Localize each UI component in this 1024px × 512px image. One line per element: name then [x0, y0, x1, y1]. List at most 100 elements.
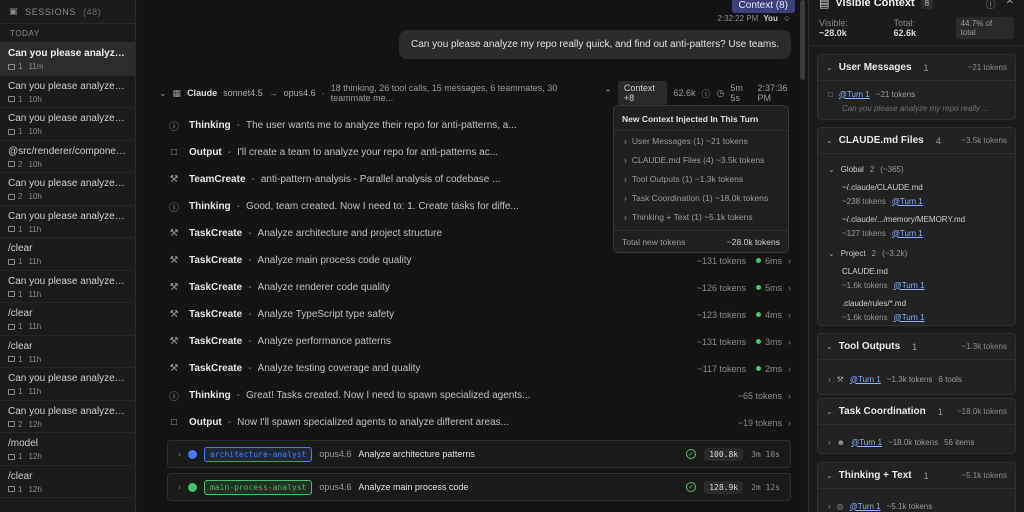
- step-tokens: ~65 tokens: [737, 390, 782, 401]
- turn-link[interactable]: @Turn 1: [892, 197, 923, 206]
- turn-step-row[interactable]: □ Output - Now I'll spawn specialized ag…: [167, 409, 791, 436]
- chevron-right-icon[interactable]: ›: [828, 438, 831, 447]
- session-item[interactable]: Can you please analyze en... 2 12h: [0, 401, 135, 433]
- popup-item[interactable]: › Tool Outputs (1) ~1.3k tokens: [614, 169, 788, 188]
- chevron-down-icon[interactable]: ⌄: [828, 165, 835, 174]
- session-item[interactable]: Can you please analyze m... 1 11m: [0, 43, 135, 76]
- turn-step-row[interactable]: ⚒ TaskCreate - Analyze renderer code qua…: [167, 274, 791, 301]
- chevron-right-icon[interactable]: ›: [828, 375, 831, 384]
- chevron-right-icon[interactable]: ›: [788, 418, 791, 428]
- session-item[interactable]: Can you please analyze m... 2 10h: [0, 173, 135, 206]
- turn-step-row[interactable]: ⚒ TaskCreate - Analyze testing coverage …: [167, 355, 791, 382]
- group-count: 2: [869, 164, 875, 174]
- wrench-icon: ⚒: [169, 282, 179, 293]
- session-item[interactable]: Can you please analyze m... 1 11h: [0, 271, 135, 303]
- popup-item-label: CLAUDE.md Files (4) ~3.5k tokens: [631, 154, 765, 165]
- wrench-icon: ⚒: [169, 255, 179, 266]
- card-count: 1: [937, 406, 943, 417]
- step-duration: 4ms: [764, 309, 782, 320]
- session-item[interactable]: @src/renderer/component... 2 10h: [0, 141, 135, 173]
- assistant-turn-header[interactable]: ⌄ ▦ Claude sonnet4.5 → opus4.6 · 18 thin…: [159, 81, 797, 105]
- teammate-agent-row[interactable]: › main-process-analyst opus4.6 Analyze m…: [167, 473, 791, 501]
- user-message-bubble: Can you please analyze my repo really qu…: [399, 30, 791, 59]
- percent-badge: 44.7% of total: [955, 16, 1014, 39]
- calendar-icon[interactable]: ▣: [9, 6, 18, 17]
- turn-collapse-icon[interactable]: ⌄: [159, 88, 167, 99]
- session-time: 12h: [28, 484, 42, 494]
- close-icon[interactable]: ✕: [1006, 0, 1014, 11]
- agent-color-dot: [188, 449, 197, 459]
- turn-step-row[interactable]: ⚒ TaskCreate - Analyze TypeScript type s…: [167, 301, 791, 328]
- session-item[interactable]: Can you please analyze m... 1 11h: [0, 368, 135, 401]
- session-item[interactable]: /clear 1 11h: [0, 336, 135, 368]
- chevron-down-icon[interactable]: ⌄: [828, 249, 835, 258]
- popup-item[interactable]: › CLAUDE.md Files (4) ~3.5k tokens: [614, 150, 788, 169]
- message-preview: Can you please analyze my repo really ..…: [842, 103, 989, 113]
- card-header[interactable]: ⌄ User Messages 1 ~21 tokens: [818, 55, 1015, 81]
- card-header[interactable]: ⌄ Thinking + Text 1 ~5.1k tokens: [818, 463, 1015, 489]
- turn-link[interactable]: @Turn 1: [851, 438, 882, 447]
- total-label: Total:: [893, 17, 916, 28]
- session-item[interactable]: /clear 1 12h: [0, 466, 135, 498]
- step-description: Analyze main process code quality: [257, 255, 412, 266]
- turn-link[interactable]: @Turn 1: [850, 375, 881, 384]
- chevron-right-icon[interactable]: ›: [178, 449, 181, 459]
- chevron-up-icon[interactable]: ⌃: [604, 88, 612, 99]
- card-header[interactable]: ⌄ Tool Outputs 1 ~1.3k tokens: [818, 334, 1015, 360]
- session-item[interactable]: /clear 1 11h: [0, 238, 135, 271]
- chevron-down-icon[interactable]: ⌄: [826, 136, 833, 145]
- step-tokens: ~126 tokens: [696, 282, 746, 293]
- session-msg-count: 1: [18, 224, 23, 234]
- message-icon: [8, 388, 15, 395]
- teammate-agent-row[interactable]: › architecture-analyst opus4.6 Analyze a…: [167, 440, 791, 468]
- session-item[interactable]: /clear 1 11h: [0, 303, 135, 336]
- group-tokens: (~3.2k): [882, 248, 908, 258]
- session-item[interactable]: /model 1 12h: [0, 433, 135, 466]
- turn-link[interactable]: @Turn 1: [839, 90, 870, 99]
- card-header[interactable]: ⌄ Task Coordination 1 ~18.0k tokens: [818, 399, 1015, 425]
- card-body: ⌄ Global 2 (~365) ~/.claude/CLAUDE.md ~238 …: [818, 154, 1015, 330]
- chevron-right-icon[interactable]: ›: [788, 256, 791, 266]
- to-model: opus4.6: [283, 88, 316, 98]
- turn-link[interactable]: @Turn 1: [894, 313, 925, 322]
- visible-label: Visible:: [819, 17, 848, 28]
- turn-link[interactable]: @Turn 1: [894, 281, 925, 290]
- chevron-down-icon[interactable]: ⌄: [826, 407, 833, 416]
- main-scrollbar[interactable]: [800, 0, 805, 80]
- chevron-right-icon: ›: [624, 173, 627, 184]
- card-title: CLAUDE.md Files: [838, 135, 924, 146]
- info-icon[interactable]: ⓘ: [702, 87, 711, 100]
- card-header[interactable]: ⌄ CLAUDE.md Files 4 ~3.5k tokens: [818, 128, 1015, 154]
- chevron-right-icon[interactable]: ›: [828, 502, 831, 511]
- file-tokens: ~238 tokens: [842, 196, 886, 206]
- session-item[interactable]: Can you please analyze m... 1 10h: [0, 108, 135, 141]
- help-icon[interactable]: ⓘ: [986, 0, 996, 11]
- chevron-right-icon[interactable]: ›: [178, 482, 181, 492]
- chevron-right-icon[interactable]: ›: [788, 310, 791, 320]
- context-badge[interactable]: Context (8): [731, 0, 795, 13]
- session-item[interactable]: Can you please analyze m... 1 11h: [0, 206, 135, 238]
- chevron-right-icon[interactable]: ›: [788, 337, 791, 347]
- session-group-label: TODAY: [0, 24, 135, 43]
- turn-step-row[interactable]: ⓘ Thinking - Great! Tasks created. Now I…: [167, 382, 791, 409]
- popup-item[interactable]: › User Messages (1) ~21 tokens: [614, 131, 788, 150]
- popup-item[interactable]: › Thinking + Text (1) ~5.1k tokens: [614, 207, 788, 226]
- chevron-right-icon[interactable]: ›: [788, 283, 791, 293]
- chevron-down-icon[interactable]: ⌄: [826, 63, 833, 72]
- chevron-down-icon[interactable]: ⌄: [826, 342, 833, 351]
- card-count: 1: [912, 341, 918, 352]
- turn-link[interactable]: @Turn 1: [892, 229, 923, 238]
- popup-item[interactable]: › Task Coordination (1) ~18.0k tokens: [614, 188, 788, 207]
- step-duration: 3ms: [764, 336, 782, 347]
- session-item[interactable]: Can you please analyze m... 1 10h: [0, 76, 135, 108]
- chevron-right-icon[interactable]: ›: [788, 364, 791, 374]
- chevron-right-icon[interactable]: ›: [788, 391, 791, 401]
- card-body: › ☻ @Turn 1 ~18.0k tokens 56 items: [818, 425, 1015, 455]
- context-pill[interactable]: Context +8: [617, 81, 668, 105]
- turn-tokens: ~5.1k tokens: [886, 501, 933, 511]
- turn-step-row[interactable]: ⚒ TaskCreate - Analyze performance patte…: [167, 328, 791, 355]
- message-icon: [8, 486, 15, 492]
- separator: -: [236, 390, 241, 401]
- turn-link[interactable]: @Turn 1: [850, 502, 881, 511]
- chevron-down-icon[interactable]: ⌄: [826, 471, 833, 480]
